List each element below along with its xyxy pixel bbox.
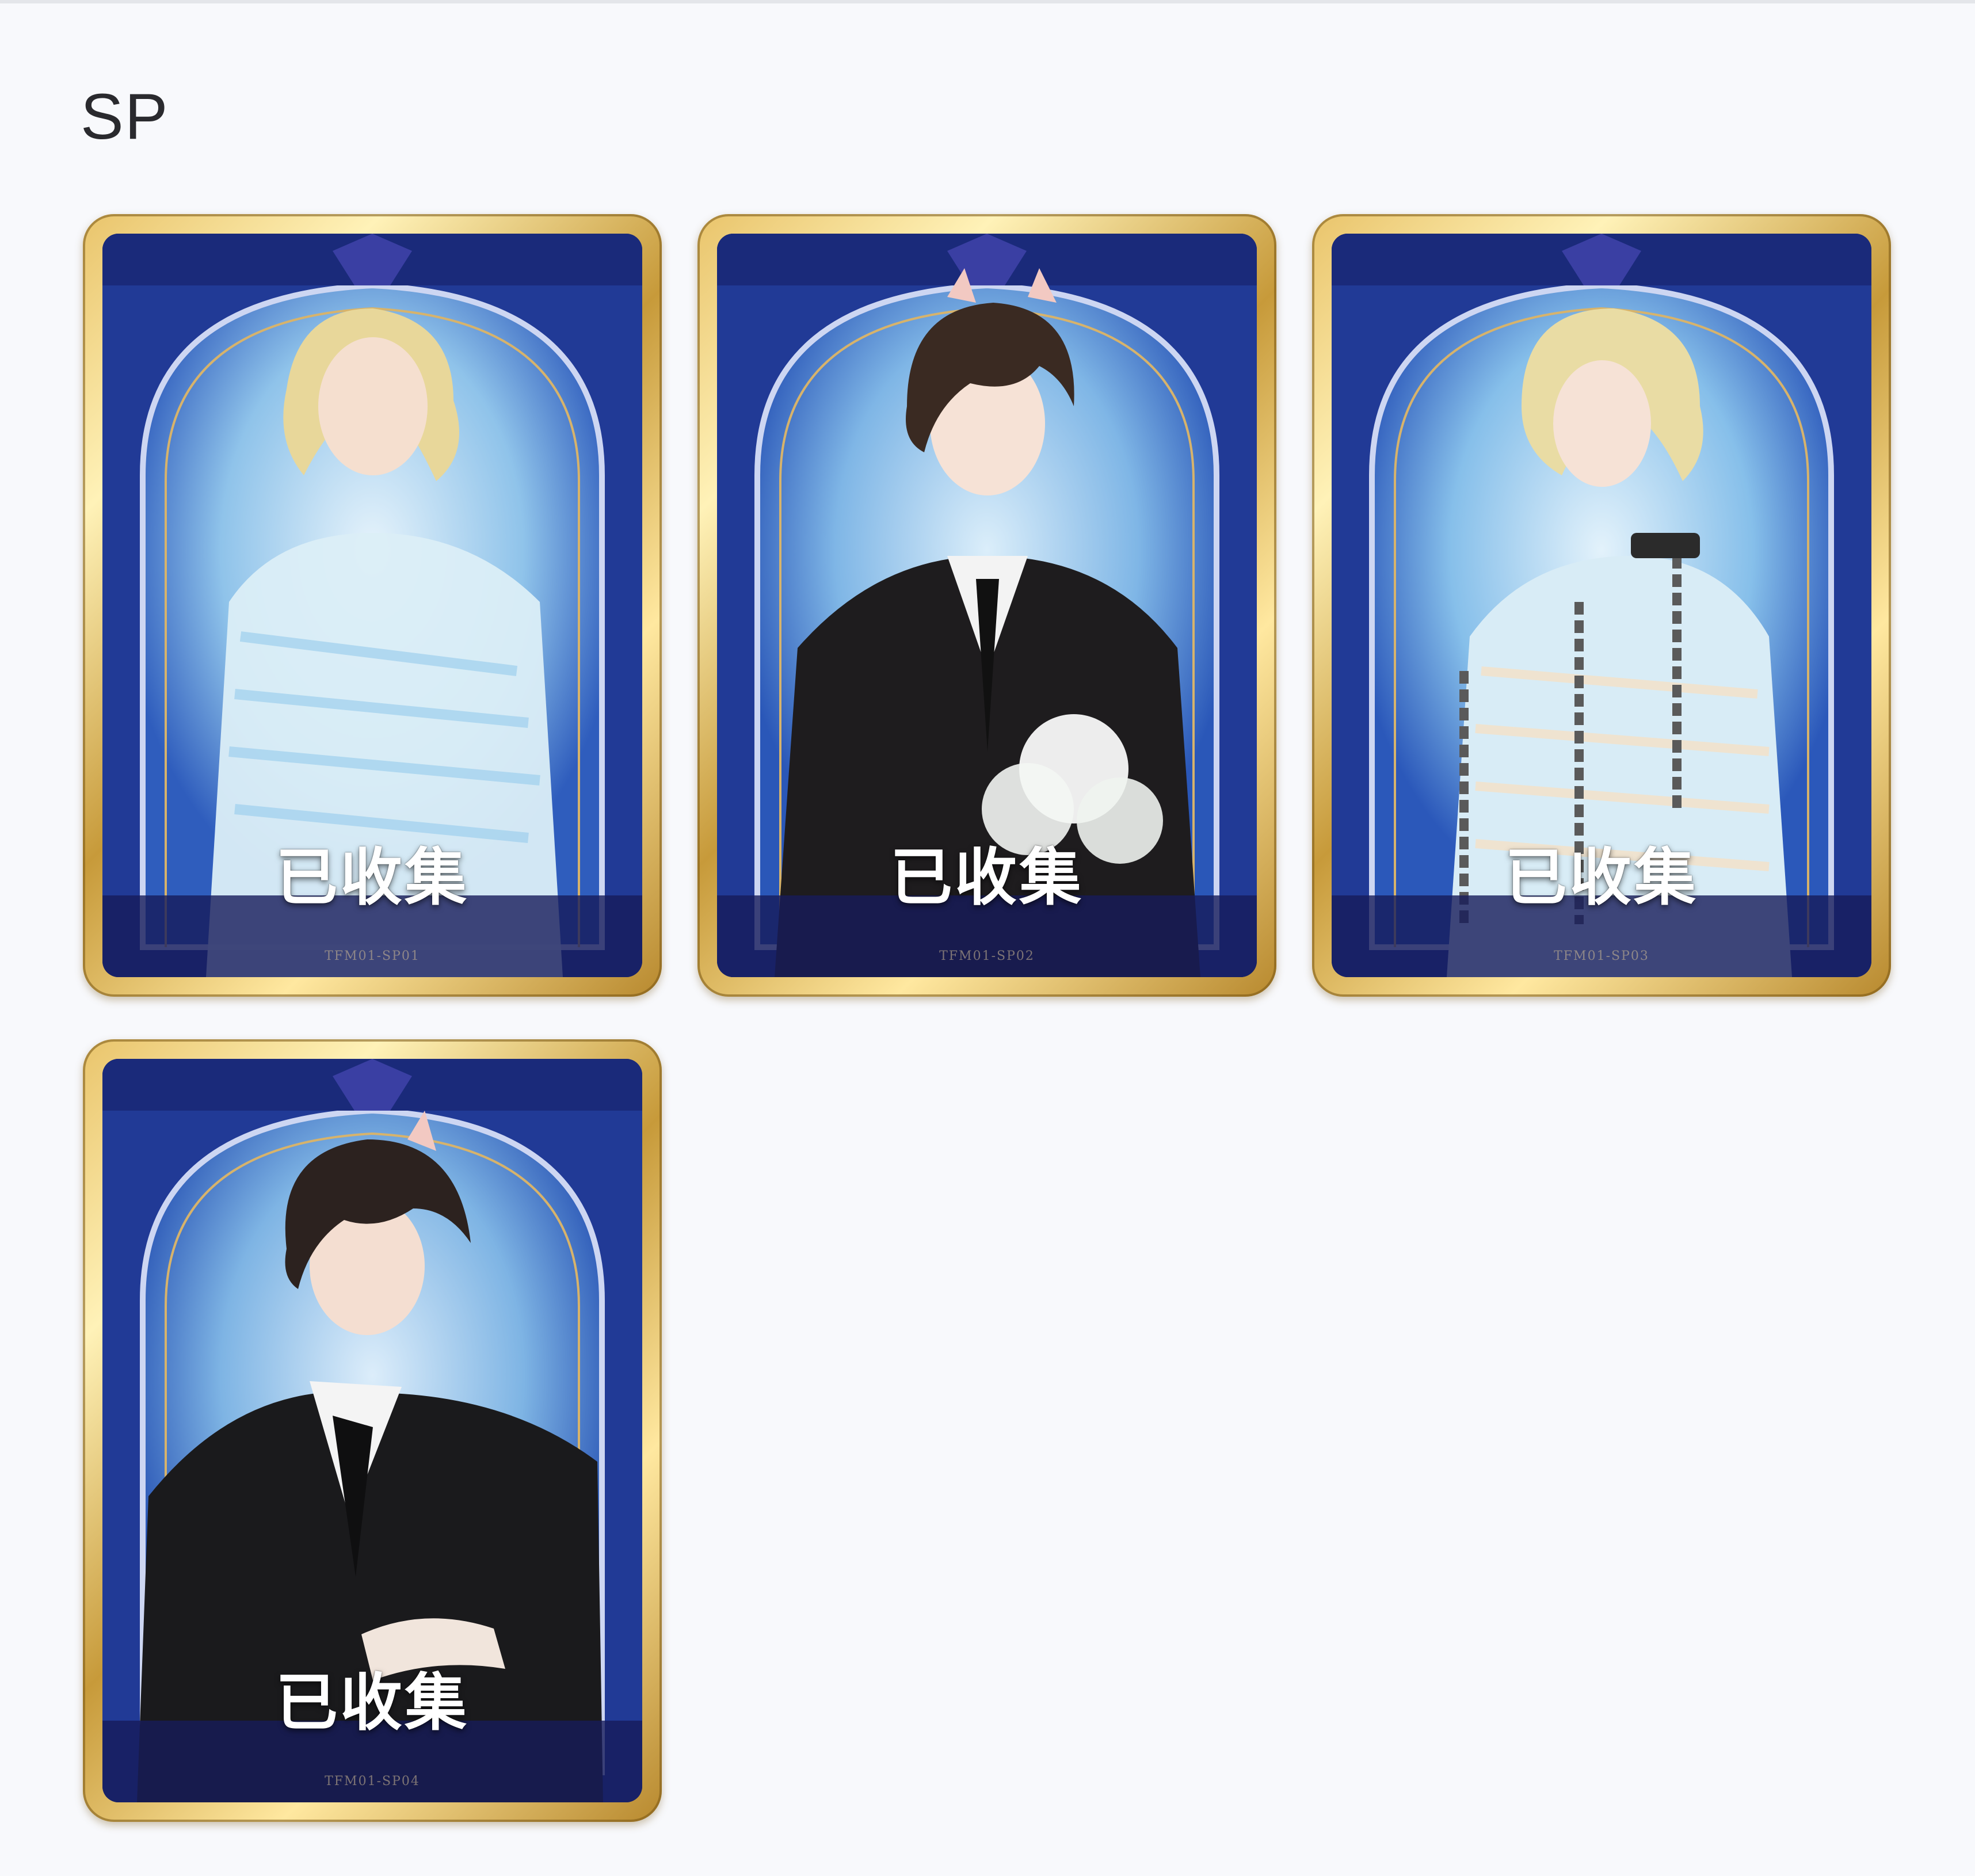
card-art-frame: 已收集 TFM01-SP04 xyxy=(102,1059,642,1802)
card-art-frame: 已收集 TFM01-SP01 xyxy=(102,234,642,977)
card-sp03[interactable]: 已收集 TFM01-SP03 xyxy=(1312,214,1891,997)
card-sp02[interactable]: 已收集 TFM01-SP02 xyxy=(697,214,1276,997)
card-code: TFM01-SP02 xyxy=(939,949,1035,963)
section-title: SP xyxy=(81,81,169,152)
top-divider xyxy=(0,0,1975,3)
card-code: TFM01-SP03 xyxy=(1554,949,1649,963)
collected-status-label: 已收集 xyxy=(275,1667,469,1739)
collected-status-label: 已收集 xyxy=(890,842,1084,914)
card-art-frame: 已收集 TFM01-SP03 xyxy=(1332,234,1871,977)
card-sp04[interactable]: 已收集 TFM01-SP04 xyxy=(83,1039,662,1822)
card-code: TFM01-SP01 xyxy=(325,949,420,963)
card-code: TFM01-SP04 xyxy=(325,1774,420,1789)
card-sp01[interactable]: 已收集 TFM01-SP01 xyxy=(83,214,662,997)
collected-status-label: 已收集 xyxy=(275,842,469,914)
collected-status-label: 已收集 xyxy=(1504,842,1698,914)
card-art-frame: 已收集 TFM01-SP02 xyxy=(717,234,1257,977)
